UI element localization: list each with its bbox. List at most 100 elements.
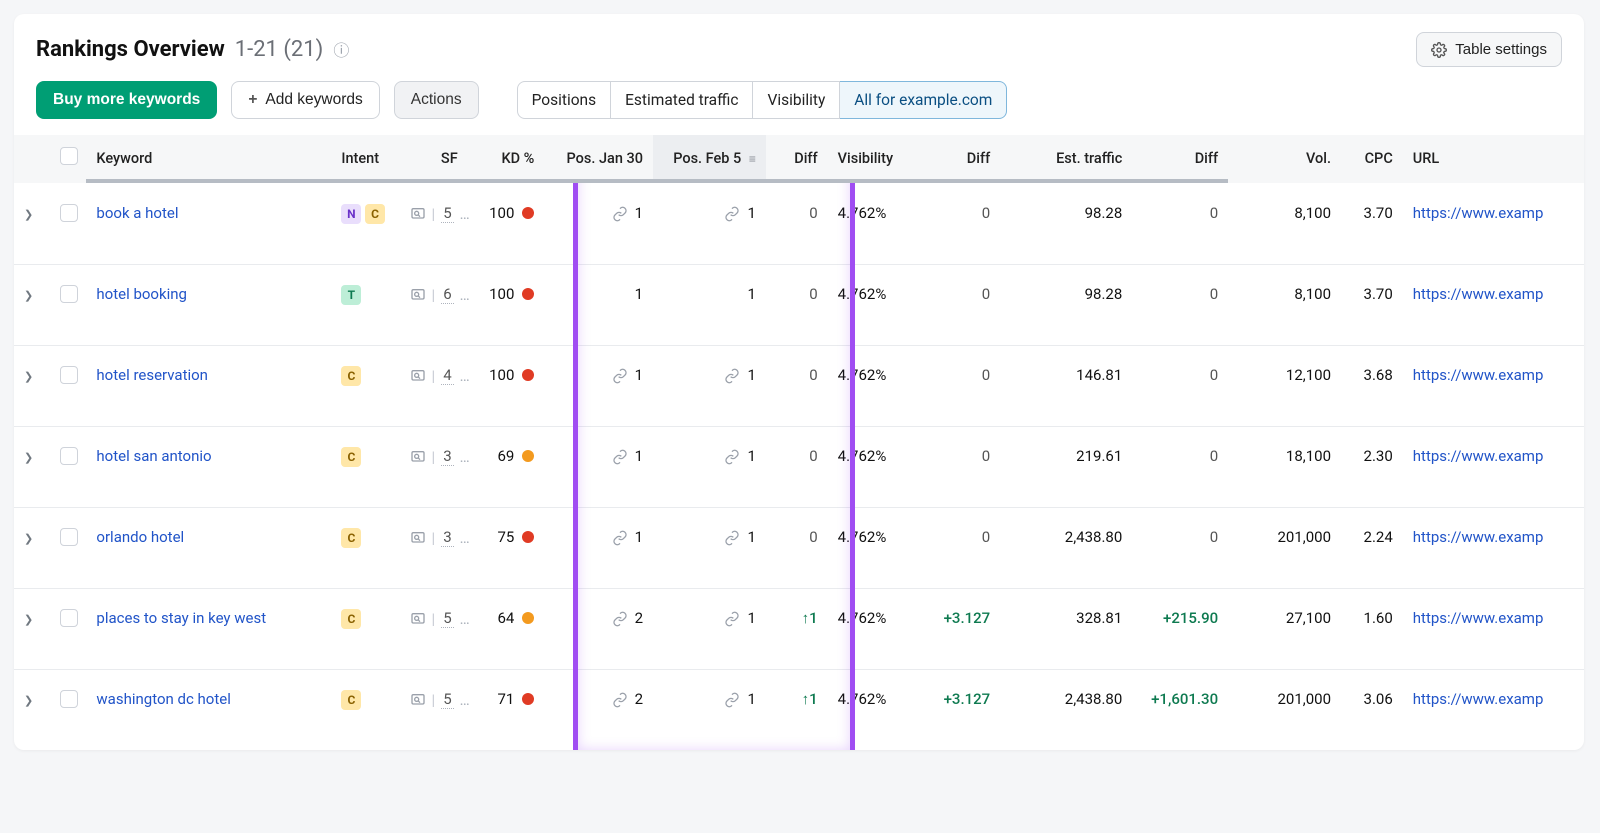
serp-features[interactable]: |6… bbox=[410, 285, 472, 304]
diff-visibility: +3.127 bbox=[944, 609, 991, 627]
table-row: ❯hotel reservationC|4…100 1 104.762%0146… bbox=[14, 346, 1584, 427]
expand-row-icon[interactable]: ❯ bbox=[24, 694, 34, 707]
pos-feb5: 1 bbox=[724, 204, 755, 222]
kd-value: 71 bbox=[498, 690, 535, 708]
diff-visibility: 0 bbox=[982, 366, 990, 384]
link-icon bbox=[724, 690, 740, 708]
visibility-value: 4.762% bbox=[838, 609, 887, 627]
pos-feb5: 1 bbox=[747, 285, 755, 303]
row-checkbox[interactable] bbox=[60, 528, 78, 546]
expand-row-icon[interactable]: ❯ bbox=[24, 208, 34, 221]
tab-positions[interactable]: Positions bbox=[517, 81, 612, 119]
visibility-value: 4.762% bbox=[838, 528, 887, 546]
result-url-link[interactable]: https://www.examp bbox=[1413, 447, 1544, 465]
result-url-link[interactable]: https://www.examp bbox=[1413, 690, 1544, 708]
result-url-link[interactable]: https://www.examp bbox=[1413, 366, 1544, 384]
col-keyword[interactable]: Keyword bbox=[86, 135, 331, 184]
intent-badge: C bbox=[365, 204, 385, 224]
info-icon[interactable]: ⓘ bbox=[333, 37, 349, 61]
keyword-link[interactable]: hotel reservation bbox=[96, 366, 208, 384]
col-vol[interactable]: Vol. bbox=[1228, 135, 1341, 184]
result-url-link[interactable]: https://www.examp bbox=[1413, 285, 1544, 303]
diff-pos: ↑1 bbox=[802, 609, 818, 627]
row-checkbox[interactable] bbox=[60, 690, 78, 708]
est-traffic-value: 98.28 bbox=[1085, 204, 1123, 222]
diff-pos: ↑1 bbox=[802, 690, 818, 708]
expand-row-icon[interactable]: ❯ bbox=[24, 451, 34, 464]
cpc-value: 3.68 bbox=[1364, 366, 1393, 384]
link-icon bbox=[724, 528, 740, 546]
cpc-value: 3.06 bbox=[1364, 690, 1393, 708]
visibility-value: 4.762% bbox=[838, 690, 887, 708]
diff-visibility: +3.127 bbox=[944, 690, 991, 708]
col-diff-pos[interactable]: Diff bbox=[766, 135, 828, 184]
col-sf[interactable]: SF bbox=[400, 135, 468, 184]
diff-traffic: +1,601.30 bbox=[1151, 690, 1218, 708]
keyword-link[interactable]: orlando hotel bbox=[96, 528, 184, 546]
page-title: Rankings Overview bbox=[36, 37, 225, 62]
pos-jan30: 1 bbox=[612, 447, 643, 465]
diff-pos: 0 bbox=[809, 285, 817, 303]
expand-row-icon[interactable]: ❯ bbox=[24, 370, 34, 383]
intent-badge: T bbox=[341, 285, 361, 305]
expand-row-icon[interactable]: ❯ bbox=[24, 613, 34, 626]
panel-header: Rankings Overview 1-21 (21) ⓘ Table sett… bbox=[14, 14, 1584, 81]
col-diff-traffic[interactable]: Diff bbox=[1132, 135, 1228, 184]
select-all-checkbox[interactable] bbox=[60, 147, 78, 165]
col-est-traffic[interactable]: Est. traffic bbox=[1000, 135, 1132, 184]
serp-features[interactable]: |3… bbox=[410, 447, 472, 466]
result-url-link[interactable]: https://www.examp bbox=[1413, 609, 1544, 627]
col-url[interactable]: URL bbox=[1403, 135, 1584, 184]
keyword-link[interactable]: hotel san antonio bbox=[96, 447, 211, 465]
diff-pos: 0 bbox=[809, 204, 817, 222]
serp-features[interactable]: |5… bbox=[410, 204, 472, 223]
actions-button[interactable]: Actions bbox=[394, 81, 479, 119]
keyword-link[interactable]: hotel booking bbox=[96, 285, 187, 303]
keyword-link[interactable]: book a hotel bbox=[96, 204, 178, 222]
pos-feb5: 1 bbox=[724, 528, 755, 546]
col-cpc[interactable]: CPC bbox=[1341, 135, 1403, 184]
buy-more-keywords-button[interactable]: Buy more keywords bbox=[36, 81, 217, 119]
row-checkbox[interactable] bbox=[60, 204, 78, 222]
keyword-link[interactable]: washington dc hotel bbox=[96, 690, 230, 708]
link-icon bbox=[612, 690, 628, 708]
pos-feb5: 1 bbox=[724, 690, 755, 708]
col-pos-feb5[interactable]: Pos. Feb 5 ≡ bbox=[653, 135, 766, 184]
serp-features[interactable]: |5… bbox=[410, 609, 472, 628]
tab-visibility[interactable]: Visibility bbox=[753, 81, 840, 119]
result-url-link[interactable]: https://www.examp bbox=[1413, 204, 1544, 222]
col-diff-vis[interactable]: Diff bbox=[928, 135, 1000, 184]
col-visibility[interactable]: Visibility bbox=[828, 135, 928, 184]
col-intent[interactable]: Intent bbox=[331, 135, 399, 184]
serp-features[interactable]: |4… bbox=[410, 366, 472, 385]
diff-visibility: 0 bbox=[982, 528, 990, 546]
link-icon bbox=[612, 447, 628, 465]
table-settings-button[interactable]: Table settings bbox=[1416, 32, 1562, 67]
est-traffic-value: 146.81 bbox=[1076, 366, 1122, 384]
table-settings-label: Table settings bbox=[1455, 41, 1547, 58]
expand-row-icon[interactable]: ❯ bbox=[24, 289, 34, 302]
tab-estimated-traffic[interactable]: Estimated traffic bbox=[611, 81, 753, 119]
diff-visibility: 0 bbox=[982, 447, 990, 465]
serp-features[interactable]: |3… bbox=[410, 528, 472, 547]
toolbar: Buy more keywords + Add keywords Actions… bbox=[14, 81, 1584, 135]
row-checkbox[interactable] bbox=[60, 447, 78, 465]
tab-all-for-domain[interactable]: All for example.com bbox=[840, 81, 1007, 119]
col-kd[interactable]: KD % bbox=[468, 135, 545, 184]
col-pos-jan30[interactable]: Pos. Jan 30 bbox=[544, 135, 653, 184]
row-checkbox[interactable] bbox=[60, 609, 78, 627]
pos-feb5: 1 bbox=[724, 447, 755, 465]
serp-features[interactable]: |5… bbox=[410, 690, 472, 709]
row-checkbox[interactable] bbox=[60, 366, 78, 384]
row-checkbox[interactable] bbox=[60, 285, 78, 303]
add-keywords-button[interactable]: + Add keywords bbox=[231, 81, 379, 119]
intent-badge: C bbox=[341, 528, 361, 548]
table-row: ❯washington dc hotelC|5…71 2 1↑14.762%+3… bbox=[14, 670, 1584, 751]
table-row: ❯book a hotelN C|5…100 1 104.762%098.280… bbox=[14, 184, 1584, 265]
rankings-panel: Rankings Overview 1-21 (21) ⓘ Table sett… bbox=[14, 14, 1584, 750]
link-icon bbox=[724, 204, 740, 222]
intent-badge: C bbox=[341, 609, 361, 629]
result-url-link[interactable]: https://www.examp bbox=[1413, 528, 1544, 546]
keyword-link[interactable]: places to stay in key west bbox=[96, 609, 266, 627]
expand-row-icon[interactable]: ❯ bbox=[24, 532, 34, 545]
